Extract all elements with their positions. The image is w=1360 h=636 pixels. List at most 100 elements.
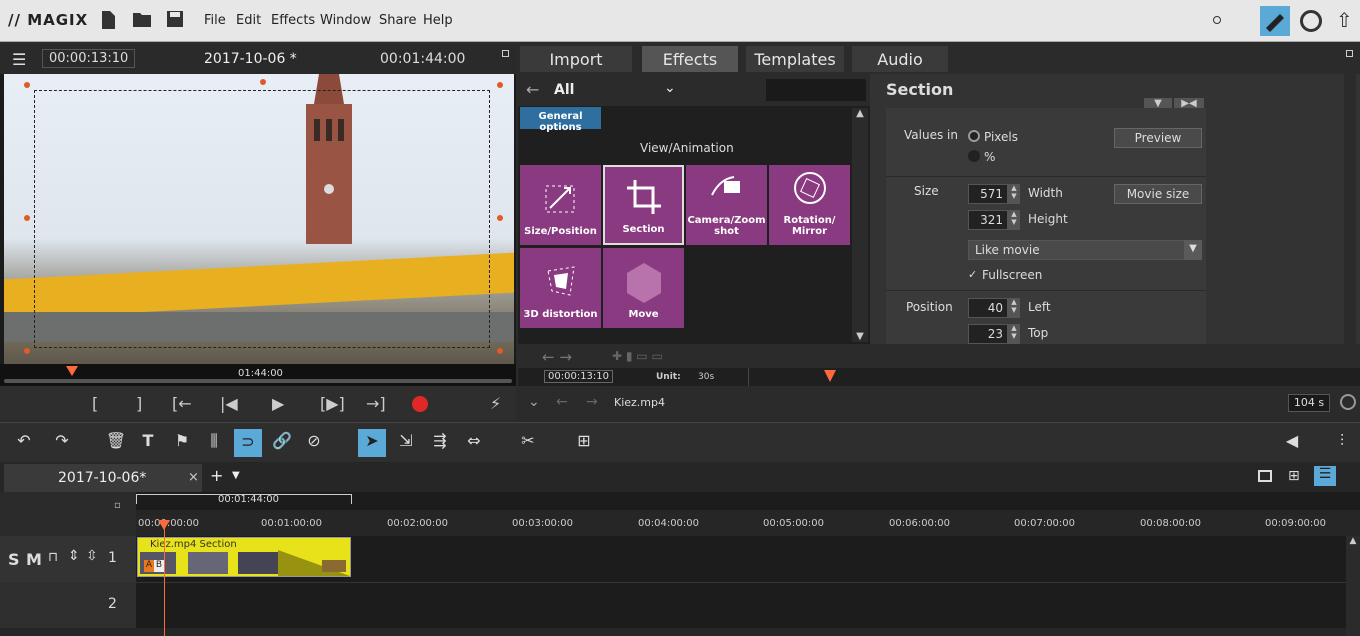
lock-icon[interactable]: ⊓ [48,550,58,565]
tab-effects[interactable]: Effects [642,46,738,72]
handle-top[interactable] [260,79,266,85]
next-object-icon[interactable]: → [586,394,598,410]
handle-tl[interactable] [24,82,30,88]
video-clip[interactable]: Kiez.mp4 Section A B [137,537,351,577]
open-folder-icon[interactable] [132,10,152,30]
tab-menu-icon[interactable]: ▼ [232,470,240,481]
hamburger-icon[interactable]: ☰ [12,50,26,69]
undo-icon[interactable]: ↶ [12,431,36,455]
top-input[interactable]: 23 [968,324,1008,344]
percent-radio[interactable] [968,150,980,162]
clock-icon[interactable] [1340,394,1356,410]
view-single-icon[interactable] [1258,470,1272,482]
category-chevron-icon[interactable]: ⌄ [664,80,676,96]
split-icon[interactable]: ⫼ [202,431,226,455]
width-input[interactable]: 571 [968,184,1008,204]
wizard-icon[interactable] [1260,6,1290,36]
range-bar[interactable]: 00:01:44:00 [136,492,1360,510]
effects-scrollbar[interactable]: ▲ ▼ [852,108,868,342]
height-stepper-icon[interactable]: ▲▼ [1008,210,1020,230]
next-marker-icon[interactable]: [▶] [320,394,345,413]
range-select-icon[interactable]: ⇶ [428,431,452,455]
track-collapse-icon[interactable]: ⇳ [86,548,98,564]
menu-edit[interactable]: Edit [236,13,261,28]
lightning-icon[interactable]: ⚡ [490,394,501,413]
category-label[interactable]: All [554,82,574,98]
handle-tr[interactable] [497,82,503,88]
magnet-icon[interactable]: ⊃ [234,429,262,457]
menu-window[interactable]: Window [320,13,371,28]
redo-icon[interactable]: ↷ [50,431,74,455]
keyframe-tools-icon[interactable]: ✚ ▮ ▭ ▭ [612,349,663,363]
skip-forward-icon[interactable]: →] [366,394,386,413]
menu-effects[interactable]: Effects [271,13,315,28]
mixer-icon[interactable]: ⫶ [1330,431,1354,455]
mute-button[interactable]: M [26,550,42,569]
prev-marker-icon[interactable]: [← [172,394,192,413]
mark-out-icon[interactable]: ] [136,394,142,413]
tab-import[interactable]: Import [520,46,632,72]
text-icon[interactable]: T [136,431,160,455]
stretch-icon[interactable]: ⇔ [462,431,486,455]
skip-back-icon[interactable]: |◀ [220,394,238,413]
scroll-up-icon[interactable]: ▲ [1346,536,1360,546]
play-icon[interactable]: ▶ [272,394,284,413]
undo-arrow-icon[interactable]: ← → [542,348,572,366]
view-grid-icon[interactable]: ⊞ [1288,468,1300,484]
unlink-icon[interactable]: ⊘ [302,431,326,455]
scroll-up-icon[interactable]: ▲ [852,108,868,119]
project-tab[interactable]: 2017-10-06* × [4,464,202,492]
marker-flag-icon[interactable]: ⚑ [170,431,194,455]
save-icon[interactable] [166,10,186,30]
video-frame[interactable] [4,74,514,402]
width-stepper-icon[interactable]: ▲▼ [1008,184,1020,204]
movie-size-button[interactable]: Movie size [1114,184,1202,204]
tile-3d-distortion[interactable]: 3D distortion [520,248,601,328]
scroll-down-icon[interactable]: ▼ [852,331,868,342]
expand-down-icon[interactable]: ⌄ [528,394,540,410]
mark-in-icon[interactable]: [ [92,394,98,413]
track-settings-icon[interactable]: ▫ [114,500,121,511]
view-timeline-icon[interactable]: ☰ [1314,466,1336,486]
playhead-line[interactable] [164,528,165,636]
new-file-icon[interactable] [100,10,120,30]
pixels-radio[interactable] [968,130,980,142]
handle-bl[interactable] [24,348,30,354]
preview-button[interactable]: Preview [1114,128,1202,148]
record-icon[interactable] [412,396,428,412]
insert-icon[interactable]: ⊞ [572,431,596,455]
dropdown-chevron-icon[interactable]: ▼ [1184,240,1202,260]
height-input[interactable]: 321 [968,210,1008,230]
track-height-icon[interactable]: ⇕ [68,548,80,564]
upload-icon[interactable]: ⇧ [1336,8,1353,32]
handle-left[interactable] [24,215,30,221]
tile-section[interactable]: Section [603,165,684,245]
scrub-ruler[interactable]: 01:44:00 [0,364,516,386]
preview-timecode-left[interactable]: 00:00:13:10 [42,49,135,68]
pointer-icon[interactable]: ➤ [358,429,386,457]
left-input[interactable]: 40 [968,298,1008,318]
scrub-bar[interactable] [4,379,512,383]
tab-templates[interactable]: Templates [746,46,844,72]
top-stepper-icon[interactable]: ▲▼ [1008,324,1020,344]
delete-icon[interactable]: 🗑 [104,431,128,455]
fx-timecode[interactable]: 00:00:13:10 [544,370,613,383]
tab-audio[interactable]: Audio [852,46,948,72]
multi-select-icon[interactable]: ⇲ [394,431,418,455]
track-2-lane[interactable] [136,582,1346,628]
aspect-dropdown[interactable]: Like movie [968,240,1202,260]
tile-move[interactable]: Move [603,248,684,328]
menu-share[interactable]: Share [379,13,417,28]
disc-icon[interactable] [1300,10,1322,32]
keyframe-ruler[interactable]: 00:00:13:10 Unit: 30s [518,368,1360,386]
general-options-tile[interactable]: General options [520,107,601,129]
back-arrow-icon[interactable]: ← [526,80,539,99]
menu-help[interactable]: Help [423,13,453,28]
arranger-scrollbar[interactable]: ▲ [1346,536,1360,636]
scrub-playhead-icon[interactable] [66,366,78,376]
fx-playhead-icon[interactable] [824,370,836,382]
left-stepper-icon[interactable]: ▲▼ [1008,298,1020,318]
handle-right[interactable] [497,215,503,221]
settings-scrollbar[interactable] [1344,74,1356,344]
volume-icon[interactable]: ◀ [1280,431,1304,455]
